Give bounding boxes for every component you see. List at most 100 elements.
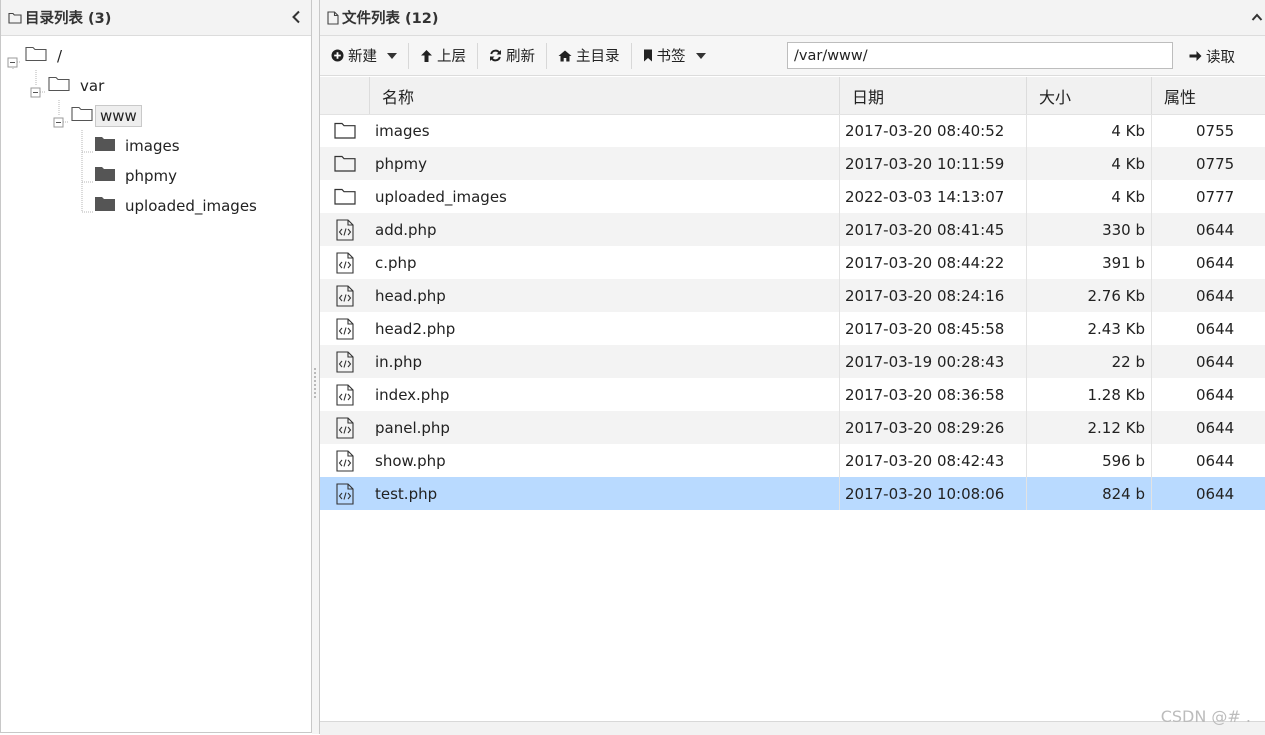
file-name[interactable]: c.php [370, 246, 840, 279]
size-column-header[interactable]: 大小 [1027, 77, 1152, 114]
tree-node-phpmy[interactable]: phpmy [94, 166, 181, 186]
file-size: 596 b [1027, 444, 1152, 477]
attr-column-header[interactable]: 属性 [1152, 77, 1265, 114]
folder-filled-icon [94, 196, 116, 216]
file-name[interactable]: panel.php [370, 411, 840, 444]
file-attr: 0644 [1196, 418, 1235, 437]
path-input[interactable] [787, 42, 1173, 69]
table-row[interactable]: add.php 2017-03-20 08:41:45 330 b 0644 [320, 213, 1265, 246]
code-file-icon [320, 477, 370, 510]
file-name[interactable]: in.php [370, 345, 840, 378]
size-column-label: 大小 [1039, 87, 1072, 107]
refresh-icon [489, 49, 502, 62]
bookmark-icon [643, 49, 653, 62]
file-attr: 0644 [1196, 484, 1235, 503]
tree-node-label[interactable]: var [76, 76, 108, 96]
file-list-panel: 文件列表 (12) 新建 上层 刷新 主目录 书签 /var/www/ 读取 名… [319, 0, 1265, 735]
file-size: 4 Kb [1027, 147, 1152, 180]
new-button-label: 新建 [348, 49, 377, 65]
file-date: 2017-03-20 08:42:43 [840, 444, 1027, 477]
directory-tree: / var www images phpmy uploaded_images [1, 36, 311, 336]
table-row[interactable]: images 2017-03-20 08:40:52 4 Kb 0755 [320, 114, 1265, 147]
table-row[interactable]: c.php 2017-03-20 08:44:22 391 b 0644 [320, 246, 1265, 279]
tree-node-images[interactable]: images [94, 136, 184, 156]
table-row[interactable]: head.php 2017-03-20 08:24:16 2.76 Kb 0644 [320, 279, 1265, 312]
file-date: 2017-03-20 08:24:16 [840, 279, 1027, 312]
horizontal-scrollbar[interactable] [320, 721, 1265, 735]
file-date: 2017-03-20 08:44:22 [840, 246, 1027, 279]
file-name[interactable]: index.php [370, 378, 840, 411]
bookmark-button-label: 书签 [656, 49, 686, 65]
tree-node-var[interactable]: var [48, 76, 108, 96]
file-attr: 0644 [1196, 286, 1235, 305]
bookmark-button[interactable]: 书签 [632, 36, 717, 76]
panel-splitter[interactable] [312, 0, 319, 734]
caret-down-icon [695, 52, 706, 59]
file-date: 2017-03-20 08:40:52 [840, 114, 1027, 147]
file-name[interactable]: images [370, 114, 840, 147]
date-column-header[interactable]: 日期 [840, 77, 1027, 114]
name-column-label: 名称 [382, 87, 415, 107]
home-icon [558, 50, 572, 62]
table-row[interactable]: uploaded_images 2022-03-03 14:13:07 4 Kb 07… [320, 180, 1265, 213]
new-button[interactable]: 新建 [320, 36, 408, 76]
table-row[interactable]: in.php 2017-03-19 00:28:43 22 b 0644 [320, 345, 1265, 378]
file-name[interactable]: show.php [370, 444, 840, 477]
file-name[interactable]: head2.php [370, 312, 840, 345]
up-button[interactable]: 上层 [409, 36, 477, 76]
up-button-label: 上层 [437, 49, 466, 65]
watermark: CSDN @# . [1160, 707, 1251, 726]
file-outline-icon [327, 10, 339, 25]
code-file-icon [320, 411, 370, 444]
tree-node-root[interactable]: / [25, 46, 66, 66]
tree-node-label[interactable]: / [53, 46, 66, 66]
file-size: 1.28 Kb [1027, 378, 1152, 411]
file-date: 2022-03-03 14:13:07 [840, 180, 1027, 213]
date-column-label: 日期 [852, 87, 885, 107]
file-table-header: 名称 日期 大小 属性 [320, 77, 1265, 115]
file-name[interactable]: head.php [370, 279, 840, 312]
file-attr: 0644 [1196, 352, 1235, 371]
arrow-right-icon [1189, 50, 1202, 62]
table-row[interactable]: show.php 2017-03-20 08:42:43 596 b 0644 [320, 444, 1265, 477]
name-column-header[interactable]: 名称 [370, 77, 840, 114]
table-row[interactable]: index.php 2017-03-20 08:36:58 1.28 Kb 0644 [320, 378, 1265, 411]
file-attr: 0755 [1196, 121, 1235, 140]
table-row[interactable]: head2.php 2017-03-20 08:45:58 2.43 Kb 0644 [320, 312, 1265, 345]
tree-node-label[interactable]: uploaded_images [121, 196, 261, 216]
table-row[interactable]: phpmy 2017-03-20 10:11:59 4 Kb 0775 [320, 147, 1265, 180]
table-row[interactable]: test.php 2017-03-20 10:08:06 824 b 0644 [320, 477, 1265, 510]
file-attr: 0777 [1196, 187, 1235, 206]
file-attr: 0644 [1196, 385, 1235, 404]
file-name[interactable]: phpmy [370, 147, 840, 180]
tree-node-label-selected[interactable]: www [95, 105, 142, 127]
folder-icon [320, 147, 370, 180]
tree-node-label[interactable]: phpmy [121, 166, 181, 186]
code-file-icon [320, 378, 370, 411]
file-date: 2017-03-19 00:28:43 [840, 345, 1027, 378]
collapse-panel-icon[interactable] [291, 10, 301, 28]
tree-node-www[interactable]: www [71, 105, 142, 127]
file-name[interactable]: add.php [370, 213, 840, 246]
refresh-button-label: 刷新 [506, 49, 535, 65]
file-size: 391 b [1027, 246, 1152, 279]
tree-node-label[interactable]: images [121, 136, 184, 156]
file-toolbar: 新建 上层 刷新 主目录 书签 /var/www/ 读取 [320, 36, 1265, 76]
tree-node-uploaded-images[interactable]: uploaded_images [94, 196, 261, 216]
file-date: 2017-03-20 10:11:59 [840, 147, 1027, 180]
splitter-grip[interactable] [314, 368, 316, 400]
file-name[interactable]: test.php [370, 477, 840, 510]
code-file-icon [320, 213, 370, 246]
file-name[interactable]: uploaded_images [370, 180, 840, 213]
file-date: 2017-03-20 08:36:58 [840, 378, 1027, 411]
file-panel-header: 文件列表 (12) [320, 0, 1265, 36]
folder-open-icon [25, 46, 47, 66]
code-file-icon [320, 279, 370, 312]
chevron-up-icon[interactable] [1251, 10, 1263, 26]
directory-tree-panel: 目录列表 (3) / var www images phpmy uploaded… [0, 0, 312, 733]
read-button[interactable]: 读取 [1178, 36, 1246, 76]
refresh-button[interactable]: 刷新 [478, 36, 546, 76]
home-button[interactable]: 主目录 [547, 36, 631, 76]
attr-column-label: 属性 [1164, 87, 1197, 107]
table-row[interactable]: panel.php 2017-03-20 08:29:26 2.12 Kb 0644 [320, 411, 1265, 444]
